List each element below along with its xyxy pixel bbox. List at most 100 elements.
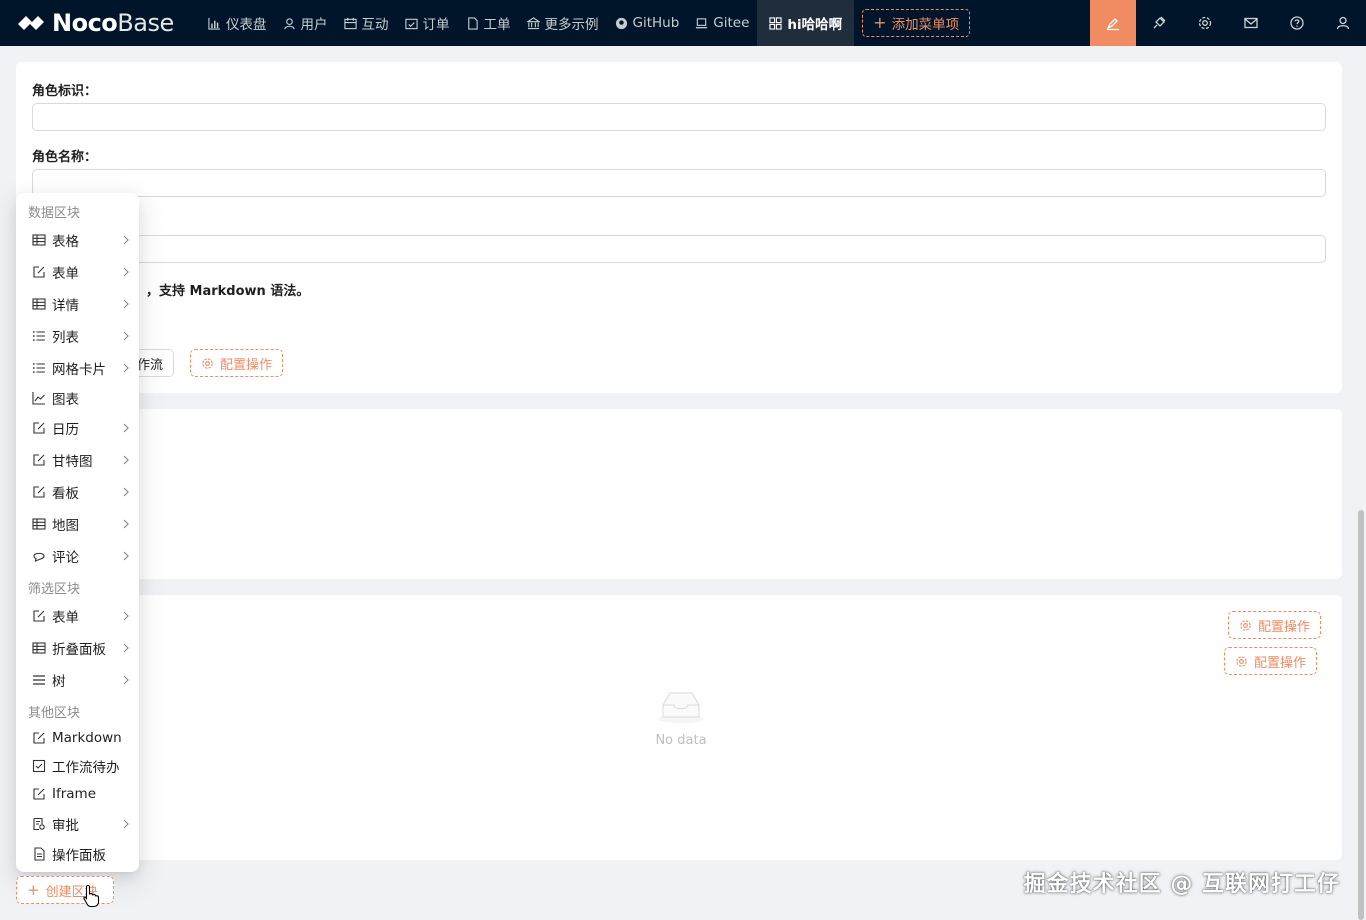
nav-item-gitee[interactable]: Gitee <box>687 0 757 46</box>
menu-item-label: 表单 <box>52 610 79 626</box>
check-calendar-icon <box>404 18 418 29</box>
nav-item-orders[interactable]: 订单 <box>397 0 458 46</box>
role-description-input[interactable] <box>32 235 1326 263</box>
configure-actions-button[interactable]: 配置操作 <box>190 349 284 377</box>
configure-actions-label: 配置操作 <box>1258 619 1311 635</box>
role-name-input[interactable] <box>32 169 1326 197</box>
menu-item-approval[interactable]: 审批 <box>20 810 135 838</box>
nav-item-users[interactable]: 用户 <box>275 0 336 46</box>
configure-columns-button[interactable]: 配置操作 <box>1224 647 1318 675</box>
calendar-icon <box>343 17 357 29</box>
edit-icon <box>33 454 45 466</box>
highlight-icon <box>1106 18 1119 31</box>
setting-icon <box>1236 655 1247 667</box>
settings-button[interactable] <box>1182 0 1228 46</box>
chevron-right-icon <box>123 235 129 245</box>
menu-item-form[interactable]: 表单 <box>20 258 135 286</box>
role-form-block: 角色标识： 角色名称： ，支持 Markdown 语法。 作流 配置操作 <box>16 62 1342 393</box>
menu-item-details[interactable]: 详情 <box>20 290 135 318</box>
edit-icon <box>33 486 45 498</box>
menu-item-iframe[interactable]: Iframe <box>20 780 135 808</box>
menu-item-collapse[interactable]: 折叠面板 <box>20 634 135 662</box>
help-icon <box>1290 16 1304 30</box>
table-icon <box>32 298 46 310</box>
edit-icon <box>33 610 45 622</box>
table-icon <box>32 518 46 530</box>
nav-item-tickets[interactable]: 工单 <box>458 0 519 46</box>
chevron-right-icon <box>123 331 129 341</box>
nav-item-label: 更多示例 <box>544 17 599 33</box>
mail-icon <box>1244 17 1258 29</box>
menu-item-label: 审批 <box>52 818 79 834</box>
menu-item-label: 树 <box>52 674 66 690</box>
user-menu-button[interactable] <box>1320 0 1366 46</box>
user-icon <box>1336 16 1350 30</box>
logo[interactable]: NocoBase <box>0 0 200 46</box>
menu-item-kanban[interactable]: 看板 <box>20 478 135 506</box>
ui-editor-toggle[interactable] <box>1090 0 1136 46</box>
menu-item-label: 表格 <box>52 234 79 250</box>
add-menu-item-button[interactable]: + 添加菜单项 <box>862 9 971 37</box>
menu-item-label: 网格卡片 <box>52 362 106 378</box>
configure-actions-button[interactable]: 配置操作 <box>1228 611 1322 639</box>
menu-item-gantt[interactable]: 甘特图 <box>20 446 135 474</box>
role-id-input[interactable] <box>32 103 1326 131</box>
menu-item-chart[interactable]: 图表 <box>20 384 135 412</box>
nav-item-more-examples[interactable]: 更多示例 <box>519 0 607 46</box>
nav-item-dashboard[interactable]: 仪表盘 <box>200 0 275 46</box>
comment-icon <box>33 552 45 563</box>
hand-pointer-icon <box>83 884 100 908</box>
check-square-icon <box>32 759 46 773</box>
menu-item-markdown[interactable]: Markdown <box>20 724 135 752</box>
field-description-text: ，支持 Markdown 语法。 <box>146 284 310 299</box>
menu-item-label: Markdown <box>52 730 122 746</box>
nav-item-interaction[interactable]: 互动 <box>336 0 397 46</box>
github-icon <box>615 17 627 29</box>
menu-item-label: 操作面板 <box>52 848 106 864</box>
menu-item-label: 图表 <box>52 392 79 408</box>
table-icon <box>32 234 46 246</box>
menu-item-map[interactable]: 地图 <box>20 510 135 538</box>
empty-state-text: No data <box>655 733 707 748</box>
menu-item-label: Iframe <box>52 786 97 802</box>
nav-item-hihaha[interactable]: hi哈哈啊 <box>757 0 855 46</box>
menu-item-action-panel[interactable]: 操作面板 <box>20 840 135 868</box>
menu-icon <box>33 675 45 685</box>
plugin-manager-button[interactable] <box>1136 0 1182 46</box>
edit-icon <box>33 266 45 278</box>
table-block: 配置操作 配置操作 No data <box>16 595 1342 860</box>
menu-item-grid-card[interactable]: 网格卡片 <box>20 354 135 382</box>
menu-item-list[interactable]: 列表 <box>20 322 135 350</box>
menu-item-label: 看板 <box>52 486 79 502</box>
table-icon <box>32 642 46 654</box>
menu-item-label: 工作流待办 <box>52 760 120 776</box>
nav-item-label: Gitee <box>713 15 750 31</box>
file-icon <box>467 16 478 30</box>
edit-icon <box>33 422 45 434</box>
chevron-right-icon <box>123 611 129 621</box>
menu-item-filter-form[interactable]: 表单 <box>20 602 135 630</box>
nav-item-github[interactable]: GitHub <box>607 0 688 46</box>
menu-item-calendar[interactable]: 日历 <box>20 414 135 442</box>
configure-actions-label: 配置操作 <box>220 357 273 373</box>
bar-chart-icon <box>208 17 221 30</box>
menu-item-label: 地图 <box>52 518 79 534</box>
logo-text: NocoBase <box>52 9 174 37</box>
chevron-right-icon <box>123 819 129 829</box>
messages-button[interactable] <box>1228 0 1274 46</box>
role-name-label: 角色名称： <box>32 150 98 165</box>
menu-item-comments[interactable]: 评论 <box>20 542 135 570</box>
setting-icon <box>202 357 213 369</box>
menu-item-tree[interactable]: 树 <box>20 666 135 694</box>
menu-item-table[interactable]: 表格 <box>20 226 135 254</box>
help-button[interactable] <box>1274 0 1320 46</box>
vertical-scrollbar[interactable] <box>1358 510 1364 920</box>
nav-item-label: GitHub <box>632 15 680 31</box>
nav-item-label: 订单 <box>422 17 450 33</box>
chevron-right-icon <box>123 363 129 373</box>
menu-item-workflow-todos[interactable]: 工作流待办 <box>20 752 135 780</box>
menu-item-label: 折叠面板 <box>52 642 106 658</box>
setting-icon <box>1198 16 1212 30</box>
chevron-right-icon <box>123 519 129 529</box>
list-icon <box>32 363 45 373</box>
